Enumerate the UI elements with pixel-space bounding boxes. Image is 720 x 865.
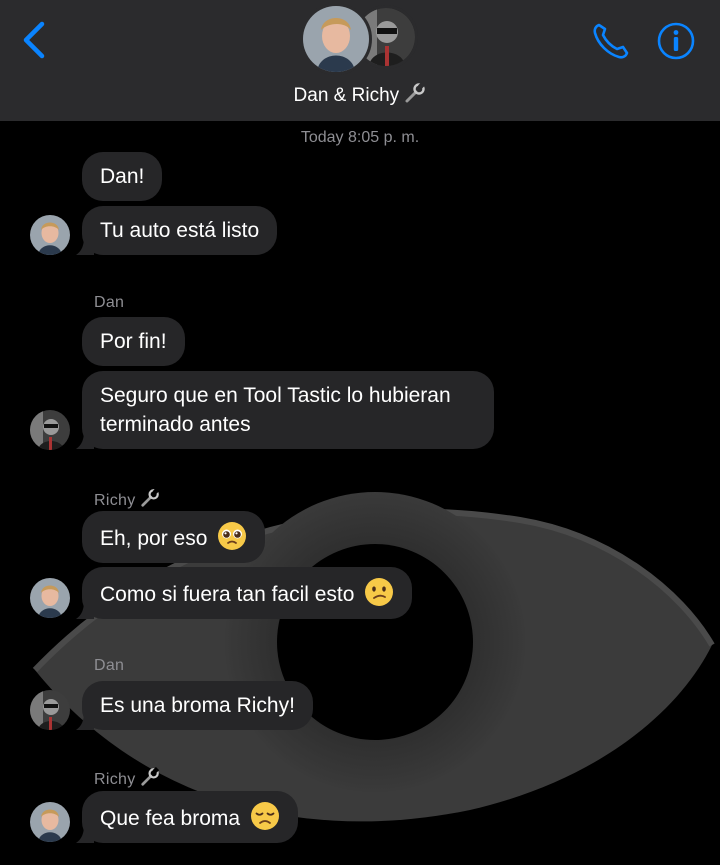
conversation-timestamp: Today 8:05 p. m.	[300, 129, 420, 146]
bubble-tail	[76, 431, 94, 449]
dan-avatar[interactable]	[30, 578, 70, 618]
sender-name: Richy	[94, 771, 136, 788]
message-text: Como si fuera tan facil esto	[100, 583, 355, 606]
message-text: Dan!	[100, 165, 145, 188]
message-bubble[interactable]: Por fin!	[82, 317, 185, 366]
sender-label: Richy	[94, 767, 160, 789]
bubble-tail	[76, 237, 94, 255]
message-text: Eh, por eso	[100, 527, 208, 550]
sender-label: Dan	[94, 294, 125, 311]
wrench-icon	[405, 82, 426, 103]
sender-label: Richy	[94, 488, 160, 510]
info-icon[interactable]	[656, 21, 696, 61]
phone-icon[interactable]	[590, 20, 632, 62]
message-bubble[interactable]: Como si fuera tan facil esto	[76, 567, 413, 619]
message-text: Es una broma Richy!	[100, 694, 295, 717]
wrench-icon	[141, 767, 160, 786]
message-bubble[interactable]: Eh, por eso	[82, 511, 266, 563]
dan-avatar[interactable]	[30, 215, 70, 255]
message-bubble[interactable]: Dan!	[82, 152, 163, 201]
chat-header: Dan & Richy	[0, 0, 720, 121]
message-text: Seguro que en Tool Tastic lo hubieran te…	[100, 384, 451, 436]
sender-name: Richy	[94, 492, 136, 509]
bubble-tail	[76, 825, 94, 843]
disappointed-face-emoji	[250, 802, 279, 830]
bubble-tail	[76, 601, 94, 619]
chat-title-text: Dan & Richy	[293, 85, 400, 106]
richy-avatar[interactable]	[30, 410, 70, 450]
back-chevron-icon[interactable]	[18, 20, 52, 60]
bubble-tail	[76, 712, 94, 730]
message-bubble[interactable]: Seguro que en Tool Tastic lo hubieran te…	[76, 371, 494, 449]
pleading-face-emoji	[218, 522, 247, 550]
richy-avatar[interactable]	[30, 690, 70, 730]
message-text: Que fea broma	[100, 807, 241, 830]
message-text: Tu auto está listo	[100, 219, 260, 242]
message-text: Por fin!	[100, 330, 167, 353]
sender-label: Dan	[94, 657, 125, 674]
group-avatar[interactable]	[298, 3, 420, 75]
dan-avatar[interactable]	[30, 802, 70, 842]
message-bubble[interactable]: Que fea broma	[76, 791, 298, 843]
dan-avatar	[300, 3, 372, 75]
chat-title[interactable]: Dan & Richy	[0, 82, 720, 107]
confused-face-emoji	[365, 578, 394, 606]
message-bubble[interactable]: Tu auto está listo	[76, 206, 278, 255]
wrench-icon	[141, 488, 160, 507]
message-bubble[interactable]: Es una broma Richy!	[76, 681, 313, 730]
